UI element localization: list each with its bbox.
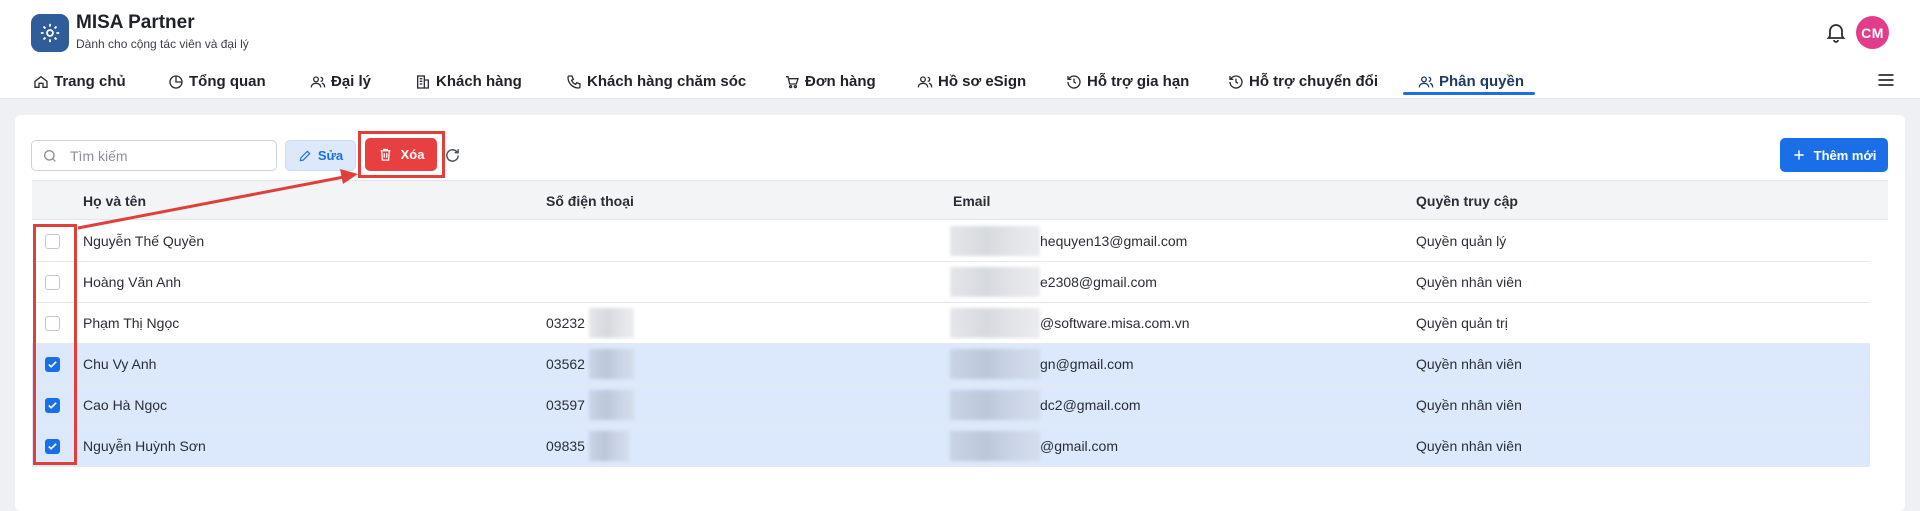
add-new-button-label: Thêm mới [1813,147,1877,163]
redacted-block [950,349,1040,379]
cell-role: Quyền nhân viên [1416,356,1522,372]
cell-email: hequyen13@gmail.com [1040,233,1188,249]
cell-role: Quyền nhân viên [1416,438,1522,454]
gear-logo-icon [40,23,60,43]
search-icon [44,150,56,162]
bell-icon[interactable] [1824,20,1848,44]
edit-button-label: Sửa [317,148,344,163]
redacted-block [589,349,634,379]
app-subtitle: Dành cho cộng tác viên và đại lý [76,37,249,51]
cell-phone: 09835 [546,438,585,454]
pencil-icon [299,150,311,161]
cell-name: Nguyễn Huỳnh Sơn [83,438,206,454]
nav-label: Trang chủ [54,73,126,90]
cell-email: e2308@gmail.com [1040,274,1157,290]
delete-button-highlight [358,131,445,178]
cell-phone: 03597 [546,397,585,413]
nav-label: Hồ sơ eSign [938,73,1027,90]
cell-name: Nguyễn Thế Quyền [83,233,205,249]
cell-phone: 03562 [546,356,585,372]
cell-phone: 03232 [546,315,585,331]
phone-icon [567,74,581,89]
nav-label: Phân quyền [1439,73,1525,90]
nav-item-ho-so-esign[interactable]: Hồ sơ eSign [917,64,1026,99]
cell-name: Hoàng Văn Anh [83,274,182,290]
redacted-block [950,431,1040,461]
nav-item-khach-hang-cham-soc[interactable]: Khách hàng chăm sóc [566,64,746,99]
column-header-phone[interactable]: Số điện thoại [546,181,634,221]
cell-email: @gmail.com [1040,438,1119,454]
column-header-name[interactable]: Họ và tên [83,181,146,221]
nav-item-dai-ly[interactable]: Đại lý [310,64,371,99]
cell-name: Cao Hà Ngọc [83,397,168,413]
cell-email: dc2@gmail.com [1040,397,1141,413]
table-row[interactable]: Hoàng Văn Anh e2308@gmail.com Quyền nhân… [32,262,1870,303]
nav-item-don-hang[interactable]: Đơn hàng [784,64,876,99]
cell-role: Quyền nhân viên [1416,397,1522,413]
edit-button[interactable]: Sửa [285,140,356,171]
app-header: MISA Partner Dành cho cộng tác viên và đ… [0,0,1920,99]
users-icon [1418,75,1434,87]
users-icon [310,75,326,87]
table-row[interactable]: Nguyễn Huỳnh Sơn 09835 @gmail.com Quyền … [32,426,1870,467]
nav-item-trang-chu[interactable]: Trang chủ [33,64,126,99]
cell-role: Quyền quản trị [1416,315,1508,331]
app-title: MISA Partner [76,12,195,33]
nav-label: Đại lý [331,73,372,90]
refresh-icon[interactable] [444,147,461,164]
table-row[interactable]: Chu Vy Anh 03562 gn@gmail.com Quyền nhân… [32,344,1870,385]
redacted-block [950,390,1040,420]
redacted-block [589,390,634,420]
nav-item-ho-tro-chuyen-doi[interactable]: Hỗ trợ chuyển đổi [1228,64,1378,99]
add-new-button[interactable]: Thêm mới [1780,138,1888,172]
home-icon [34,75,48,88]
nav-label: Tổng quan [189,73,266,90]
cell-role: Quyền nhân viên [1416,274,1522,290]
table-row[interactable]: Nguyễn Thế Quyền hequyen13@gmail.com Quy… [32,221,1870,262]
redacted-block [589,431,629,461]
redacted-block [589,308,634,338]
cell-role: Quyền quản lý [1416,233,1507,249]
cell-email: @software.misa.com.vn [1040,315,1190,331]
nav-label: Hỗ trợ gia hạn [1087,73,1190,90]
plus-icon [1793,150,1804,160]
building-icon [417,74,429,89]
nav-item-tong-quan[interactable]: Tổng quan [168,64,266,99]
redacted-block [950,267,1040,297]
user-avatar[interactable]: CM [1856,16,1889,49]
history-icon [1229,74,1243,89]
search-input[interactable] [70,146,270,166]
cell-name: Chu Vy Anh [83,356,157,372]
hamburger-menu-icon[interactable] [1876,70,1896,90]
table-row[interactable]: Cao Hà Ngọc 03597 dc2@gmail.com Quyền nh… [32,385,1870,426]
active-tab-indicator [1403,92,1535,95]
table-row[interactable]: Phạm Thị Ngọc 03232 @software.misa.com.v… [32,303,1870,344]
nav-label: Hỗ trợ chuyển đổi [1249,73,1379,90]
checkbox-column-highlight [33,224,77,465]
main-nav: Trang chủ Tổng quan Đại lý Khách hàng Kh… [0,64,1920,99]
nav-label: Đơn hàng [805,73,876,90]
app-logo[interactable] [31,14,69,52]
nav-item-ho-tro-gia-han[interactable]: Hỗ trợ gia hạn [1066,64,1189,99]
table-header: Họ và tên Số điện thoại Email Quyền truy… [32,180,1888,220]
cell-name: Phạm Thị Ngọc [83,315,180,331]
column-header-email[interactable]: Email [953,181,990,221]
redacted-block [950,226,1040,256]
redacted-block [950,308,1040,338]
nav-label: Khách hàng chăm sóc [587,73,747,90]
nav-label: Khách hàng [436,73,522,90]
cell-email: gn@gmail.com [1040,356,1134,372]
history-icon [1067,74,1081,89]
search-box[interactable] [31,140,277,171]
nav-item-khach-hang[interactable]: Khách hàng [415,64,522,99]
users-icon [917,75,933,87]
pie-chart-icon [169,74,183,89]
cart-icon [786,75,799,88]
column-header-role[interactable]: Quyền truy cập [1416,181,1518,221]
